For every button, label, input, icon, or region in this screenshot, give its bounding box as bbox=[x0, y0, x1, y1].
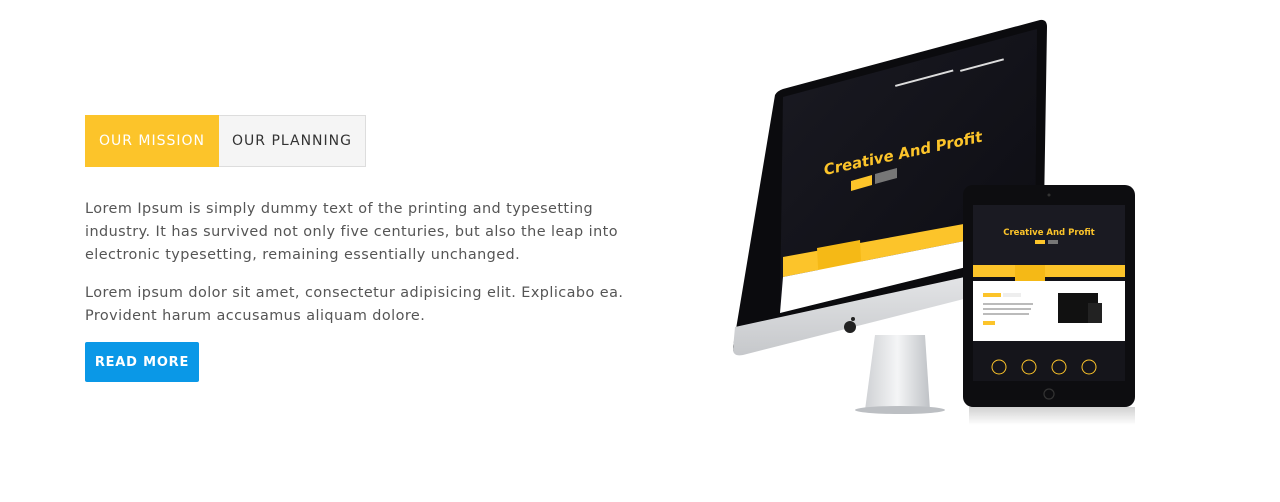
tablet-headline: Creative And Profit bbox=[1003, 228, 1094, 238]
tab-bar: OUR MISSION OUR PLANNING bbox=[85, 115, 366, 167]
read-more-button[interactable]: READ MORE bbox=[85, 342, 199, 382]
mission-paragraph-1: Lorem Ipsum is simply dummy text of the … bbox=[85, 201, 619, 263]
tab-our-planning[interactable]: OUR PLANNING bbox=[219, 115, 366, 167]
tab-our-mission[interactable]: OUR MISSION bbox=[85, 115, 219, 167]
devices-illustration: Creative And Profit Creative And Profit bbox=[725, 15, 1155, 435]
tablet-image: Creative And Profit bbox=[963, 185, 1135, 425]
mission-paragraph-2: Lorem ipsum dolor sit amet, consectetur … bbox=[85, 285, 624, 324]
